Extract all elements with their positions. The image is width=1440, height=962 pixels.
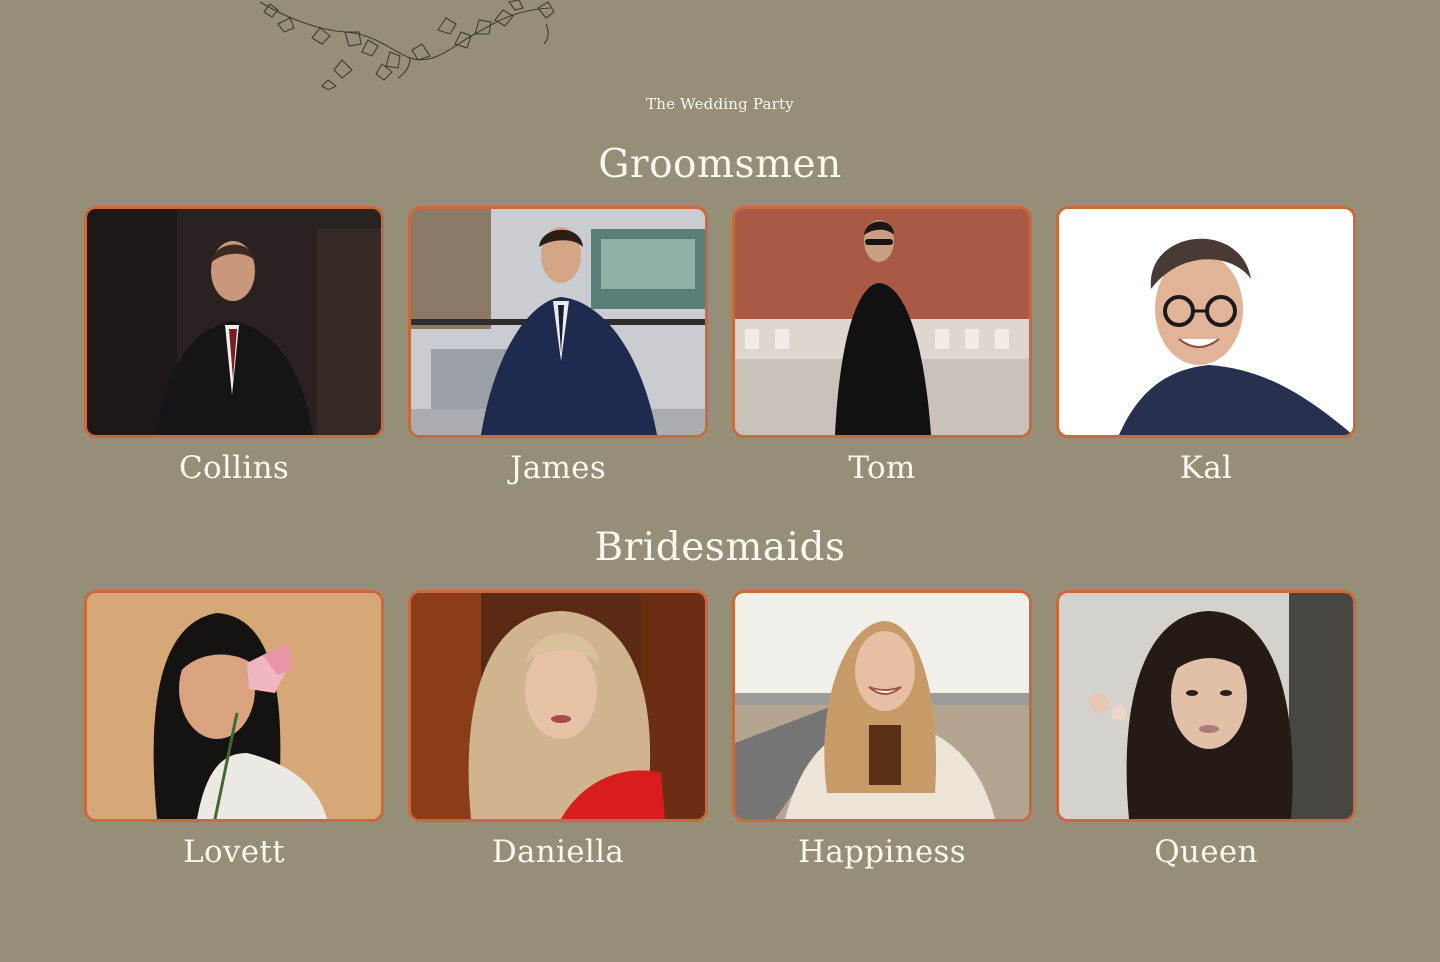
woman-with-pink-lily-photo: [84, 590, 384, 822]
groomsmen-grid: Collins James Tom Kal: [84, 206, 1356, 486]
groomsmen-heading: Groomsmen: [598, 142, 842, 187]
bridesmaid-name: Lovett: [183, 834, 285, 870]
groomsman-name: James: [509, 450, 607, 486]
smiling-woman-cream-jacket-photo: [732, 590, 1032, 822]
section-eyebrow: The Wedding Party: [646, 95, 794, 113]
man-with-glasses-white-background-photo: [1056, 206, 1356, 438]
ivy-vine-decoration: [259, 0, 555, 90]
man-in-navy-suit-rooftop-photo: [408, 206, 708, 438]
groomsman-card: James: [408, 206, 708, 486]
bridesmaids-grid: Lovett Daniella Happiness Queen: [84, 590, 1356, 870]
blonde-woman-red-top-photo: [408, 590, 708, 822]
man-in-black-suit-sunglasses-photo: [732, 206, 1032, 438]
dark-haired-woman-portrait-photo: [1056, 590, 1356, 822]
groomsman-name: Tom: [848, 450, 916, 486]
groomsman-card: Kal: [1056, 206, 1356, 486]
groomsman-name: Kal: [1179, 450, 1233, 486]
groomsman-card: Tom: [732, 206, 1032, 486]
bridesmaid-name: Queen: [1154, 834, 1258, 870]
bridesmaid-card: Lovett: [84, 590, 384, 870]
bridesmaid-name: Daniella: [491, 834, 625, 870]
bridesmaid-card: Queen: [1056, 590, 1356, 870]
groomsman-name: Collins: [178, 450, 290, 486]
groomsman-card: Collins: [84, 206, 384, 486]
bridesmaid-name: Happiness: [798, 834, 966, 870]
bridesmaids-heading: Bridesmaids: [594, 525, 846, 570]
man-in-dark-suit-red-tie-photo: [84, 206, 384, 438]
bridesmaid-card: Happiness: [732, 590, 1032, 870]
bridesmaid-card: Daniella: [408, 590, 708, 870]
